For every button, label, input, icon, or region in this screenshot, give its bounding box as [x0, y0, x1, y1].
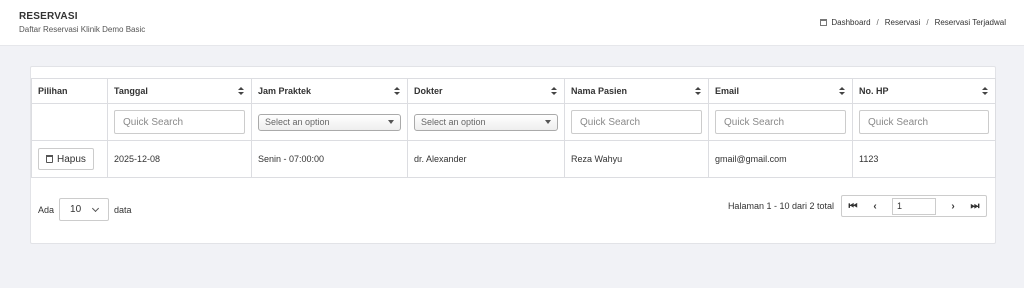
hapus-button[interactable]: Hapus: [38, 148, 94, 170]
col-nama-pasien[interactable]: Nama Pasien: [564, 78, 709, 104]
col-email[interactable]: Email: [708, 78, 853, 104]
page-subtitle: Daftar Reservasi Klinik Demo Basic: [19, 25, 146, 34]
cell-email: gmail@gmail.com: [708, 140, 853, 178]
trash-icon: [46, 155, 53, 163]
breadcrumb-reservasi[interactable]: Reservasi: [885, 18, 921, 27]
col-pilihan: Pilihan: [31, 78, 108, 104]
email-search-input[interactable]: [715, 110, 846, 134]
col-no-hp[interactable]: No. HP: [852, 78, 996, 104]
breadcrumb: Dashboard / Reservasi / Reservasi Terjad…: [820, 18, 1006, 27]
cell-jam-praktek: Senin - 07:00:00: [251, 140, 408, 178]
sort-icon: [982, 87, 988, 96]
page-title: RESERVASI: [19, 11, 78, 22]
pagination: Halaman 1 - 10 dari 2 total ⏮ ‹ 1 › ⏭: [728, 195, 987, 217]
page-number-input[interactable]: 1: [892, 197, 936, 215]
page-length-select[interactable]: 10: [59, 198, 110, 221]
length-prefix: Ada: [38, 204, 55, 215]
tanggal-search-input[interactable]: [114, 110, 245, 134]
chevron-down-icon: [545, 120, 551, 124]
sort-icon: [238, 87, 244, 96]
filter-empty: [31, 103, 108, 141]
col-tanggal[interactable]: Tanggal: [107, 78, 252, 104]
col-dokter[interactable]: Dokter: [407, 78, 565, 104]
cell-dokter: dr. Alexander: [407, 140, 565, 178]
breadcrumb-separator: /: [926, 18, 929, 27]
length-suffix: data: [114, 204, 132, 215]
breadcrumb-dashboard[interactable]: Dashboard: [831, 18, 870, 27]
next-page-icon[interactable]: ›: [942, 196, 964, 216]
table-row: Hapus 2025-12-08 Senin - 07:00:00 dr. Al…: [31, 140, 996, 178]
jam-praktek-select[interactable]: Select an option: [258, 113, 401, 131]
dashboard-icon: [820, 19, 828, 26]
reservation-table: Pilihan Tanggal Jam Praktek Dokter Nama …: [31, 78, 996, 178]
nama-pasien-search-input[interactable]: [571, 110, 702, 134]
sort-icon: [551, 87, 557, 96]
breadcrumb-separator: /: [876, 18, 879, 27]
top-bar: RESERVASI Daftar Reservasi Klinik Demo B…: [0, 0, 1024, 46]
sort-icon: [695, 87, 701, 96]
page-info: Halaman 1 - 10 dari 2 total: [727, 201, 834, 211]
no-hp-search-input[interactable]: [859, 110, 989, 134]
dokter-select[interactable]: Select an option: [414, 113, 558, 131]
prev-page-icon[interactable]: ‹: [864, 196, 886, 216]
sort-icon: [839, 87, 845, 96]
first-page-icon[interactable]: ⏮: [842, 196, 864, 216]
chevron-down-icon: [388, 120, 394, 124]
reservation-card: Pilihan Tanggal Jam Praktek Dokter Nama …: [30, 66, 996, 244]
page-length-control: Ada 10 data: [38, 198, 132, 221]
pager-controls: ⏮ ‹ 1 › ⏭: [841, 195, 987, 217]
cell-no-hp: 1123: [852, 140, 996, 178]
col-jam-praktek[interactable]: Jam Praktek: [251, 78, 408, 104]
cell-nama-pasien: Reza Wahyu: [564, 140, 709, 178]
sort-icon: [394, 87, 400, 96]
cell-tanggal: 2025-12-08: [107, 140, 252, 178]
last-page-icon[interactable]: ⏭: [964, 196, 986, 216]
chevron-down-icon: [91, 204, 100, 212]
breadcrumb-current: Reservasi Terjadwal: [934, 18, 1006, 27]
